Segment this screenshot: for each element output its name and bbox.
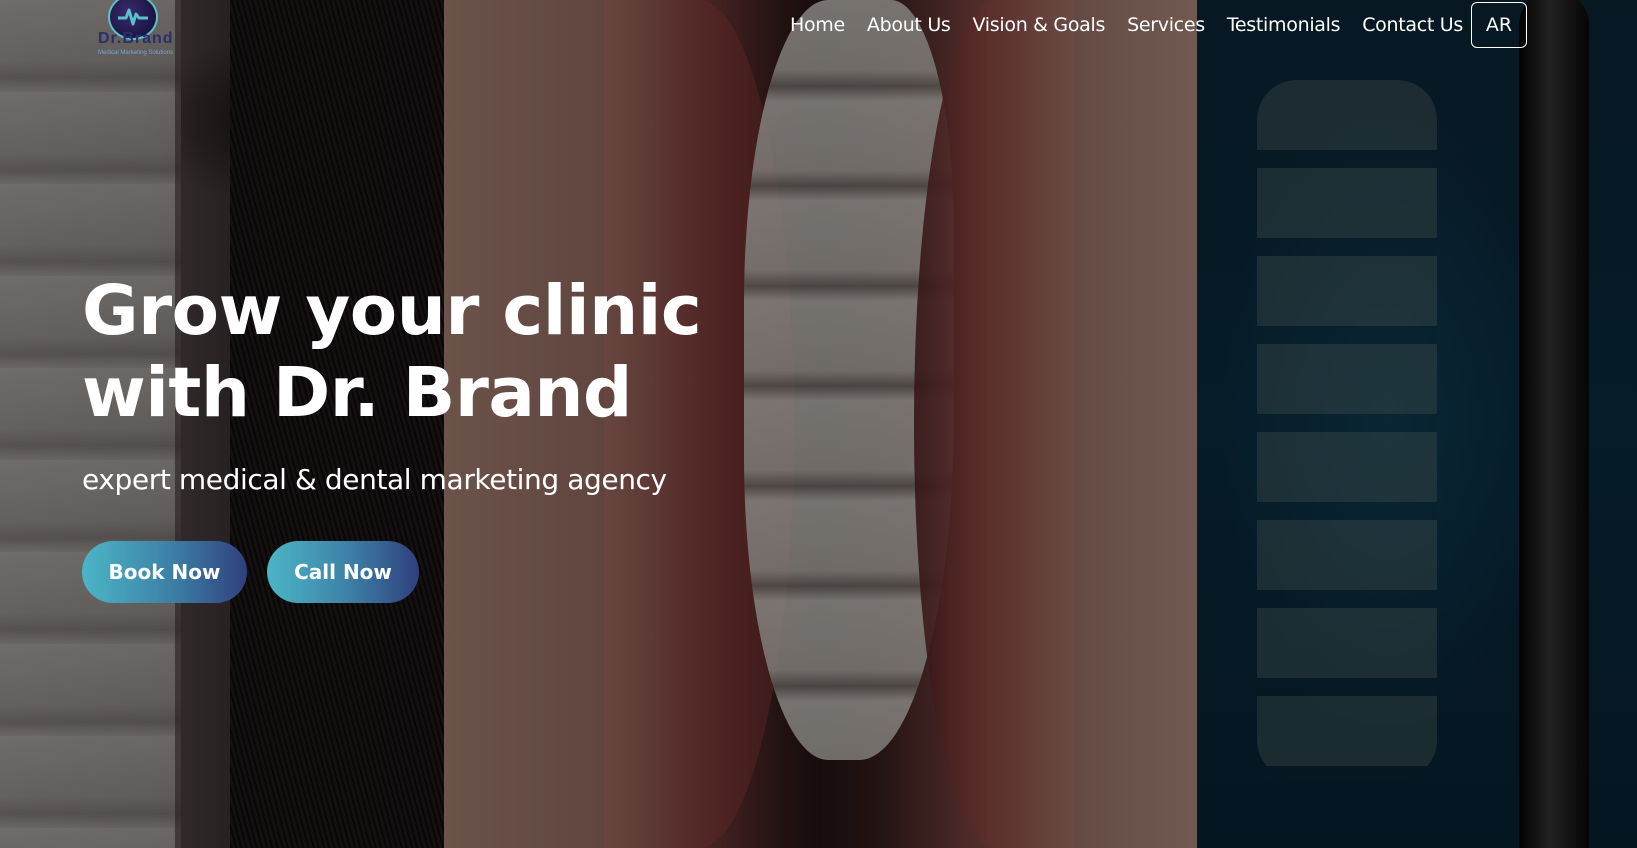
nav-link-services[interactable]: Services [1127, 14, 1205, 36]
nav-link-testimonials[interactable]: Testimonials [1227, 14, 1341, 36]
nav-link-vision-goals[interactable]: Vision & Goals [973, 14, 1106, 36]
nav-link-contact-us[interactable]: Contact Us [1362, 14, 1463, 36]
logo-wordmark: Dr.Brand [98, 30, 174, 47]
main-navigation: Home About Us Vision & Goals Services Te… [790, 14, 1463, 36]
hero-headline-line2: with Dr. Brand [82, 353, 632, 433]
book-now-button[interactable]: Book Now [82, 541, 247, 603]
brand-logo[interactable]: Dr.Brand Medical Marketing Solutions [92, 0, 182, 58]
nav-link-home[interactable]: Home [790, 14, 845, 36]
hero-headline-line1: Grow your clinic [82, 271, 702, 351]
hero-headline: Grow your clinic with Dr. Brand [82, 270, 782, 434]
call-now-button[interactable]: Call Now [267, 541, 419, 603]
hero-subheadline: expert medical & dental marketing agency [82, 463, 667, 496]
language-toggle-button[interactable]: AR [1471, 2, 1527, 48]
nav-link-about-us[interactable]: About Us [867, 14, 951, 36]
hero-section: Dr.Brand Medical Marketing Solutions Hom… [0, 0, 1637, 848]
logo-tagline: Medical Marketing Solutions [98, 50, 174, 56]
